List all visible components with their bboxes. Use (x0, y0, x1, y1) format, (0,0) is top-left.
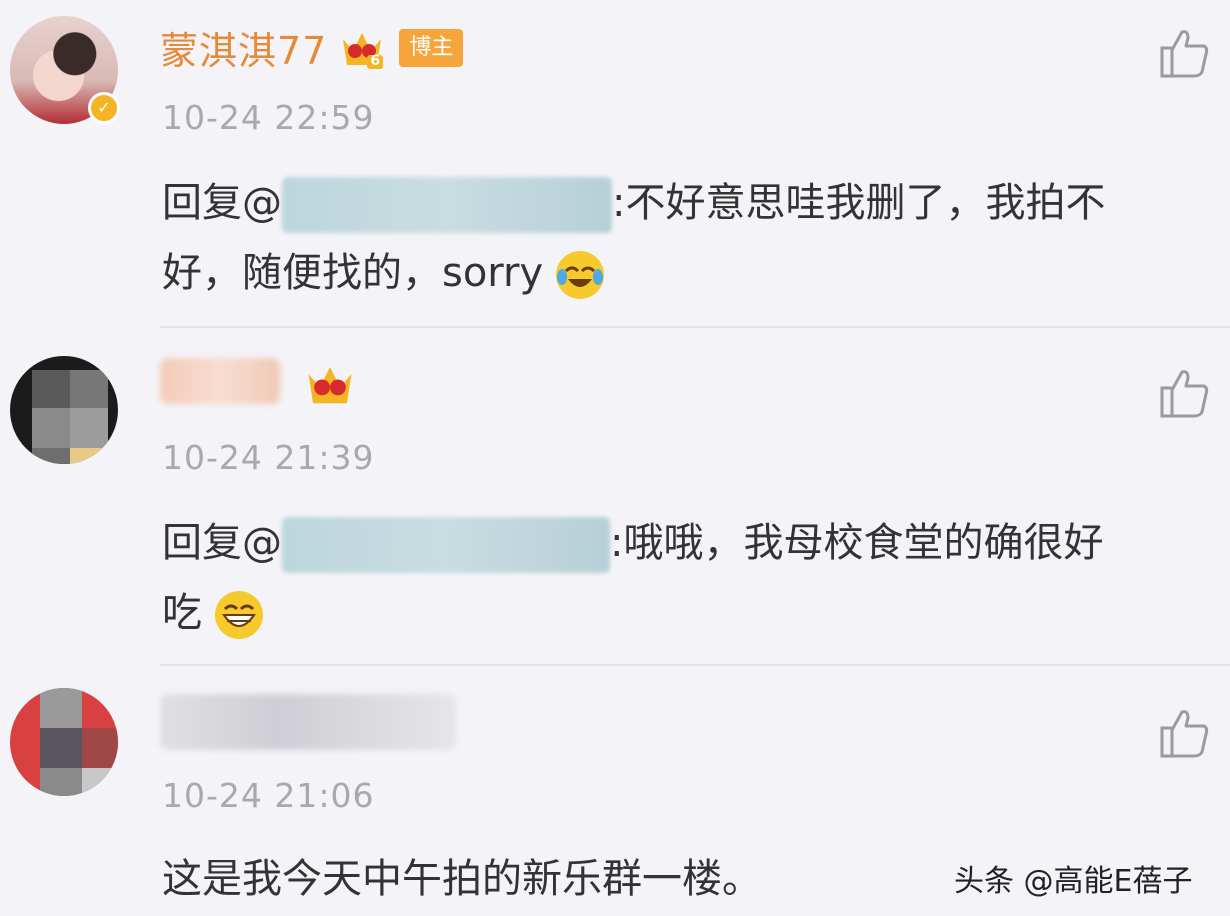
comment-text-line2: 吃 (162, 590, 202, 636)
comment-text-line1: 这是我今天中午拍的新乐群一楼。 (162, 856, 762, 902)
verified-icon: ✓ (88, 92, 120, 124)
like-icon[interactable] (1158, 706, 1212, 760)
comment-text: 回复@ :不好意思哇我删了，我拍不 好，随便找的，sorry (162, 168, 1202, 308)
like-icon[interactable] (1158, 366, 1212, 420)
comment-text: 回复@ :哦哦，我母校食堂的确很好 吃 (162, 508, 1202, 648)
avatar[interactable] (10, 356, 118, 464)
comment-item: ✓ 蒙淇淇77 6 博主 10-24 22:59 回复@ :不好意思哇我删了，我拍… (0, 0, 1230, 330)
comment-text-line1: :哦哦，我母校食堂的确很好 (610, 520, 1104, 566)
crown-icon: 6 (339, 25, 385, 71)
level-number: 6 (370, 52, 381, 69)
username-blurred[interactable] (160, 358, 280, 404)
comment-text-line2: 好，随便找的，sorry (162, 250, 544, 296)
like-icon[interactable] (1158, 26, 1212, 80)
mention-blurred[interactable] (282, 177, 612, 233)
grin-emoji (214, 591, 263, 639)
mention-blurred[interactable] (282, 517, 610, 573)
comment-text-line1: :不好意思哇我删了，我拍不 (612, 180, 1106, 226)
username-blurred[interactable] (160, 694, 456, 750)
comment-item: 10-24 21:39 回复@ :哦哦，我母校食堂的确很好 吃 (0, 330, 1230, 668)
reply-prefix: 回复@ (162, 520, 282, 566)
laugh-cry-emoji (555, 251, 604, 299)
watermark: 头条 @高能E蓓子 (954, 864, 1193, 899)
comment-time: 10-24 21:06 (162, 776, 375, 815)
comment-time: 10-24 22:59 (162, 98, 375, 137)
crown-icon (304, 358, 352, 404)
comment-time: 10-24 21:39 (162, 438, 375, 477)
owner-badge: 博主 (399, 28, 464, 67)
reply-prefix: 回复@ (162, 180, 282, 226)
divider (160, 326, 1230, 328)
divider (160, 664, 1230, 666)
avatar[interactable] (10, 688, 118, 796)
username[interactable]: 蒙淇淇77 (160, 20, 327, 75)
